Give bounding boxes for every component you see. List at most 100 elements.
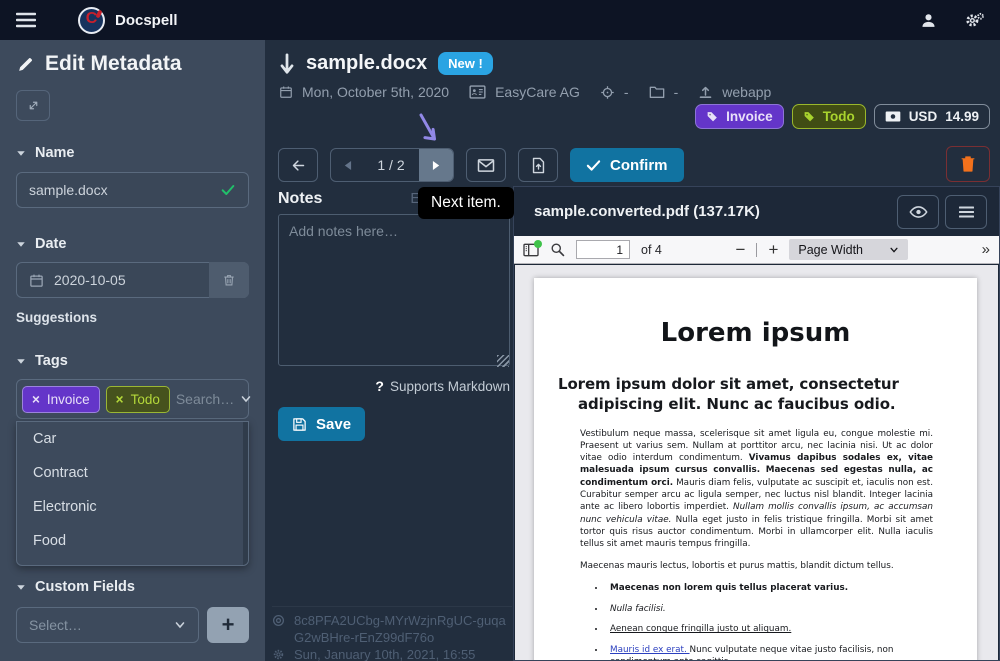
attachment-menu-button[interactable]: [945, 195, 987, 229]
doc-bullet-item: Aenean congue fringilla justo ut aliquam…: [606, 623, 933, 635]
zoom-mode-select[interactable]: Page Width: [789, 239, 908, 260]
sidebar-title: Edit Metadata: [45, 52, 182, 76]
correspondent[interactable]: EasyCare AG: [495, 84, 580, 100]
mail-button[interactable]: [466, 148, 506, 182]
menu-icon[interactable]: [16, 12, 36, 28]
settings-cogs-icon[interactable]: [965, 12, 984, 29]
new-badge[interactable]: New !: [438, 52, 493, 75]
tag-icon: [803, 110, 816, 123]
tag-option-food[interactable]: Food: [17, 524, 248, 558]
section-date[interactable]: Date: [16, 236, 249, 252]
docspell-logo-icon: C: [78, 7, 105, 34]
doc-bullet-item: Maecenas non lorem quis tellus placerat …: [606, 582, 933, 594]
markdown-hint[interactable]: Supports Markdown: [390, 379, 510, 394]
clear-date-button[interactable]: [209, 262, 249, 298]
prev-item-button[interactable]: [331, 149, 363, 181]
page-count: of 4: [641, 243, 662, 257]
pdf-viewer-area[interactable]: Lorem ipsum Lorem ipsum dolor sit amet, …: [515, 265, 998, 660]
tag-badge-label: Invoice: [726, 109, 773, 124]
tag-chip-invoice[interactable]: ×Invoice: [22, 386, 100, 413]
gear-icon: [272, 647, 285, 661]
item-meta-block: 8c8PFA2UCbg-MYrWzjnRgUC-guqaG2wBHre-rEnZ…: [272, 606, 512, 661]
save-button[interactable]: Save: [278, 407, 365, 441]
toolbar-more-button[interactable]: »: [982, 241, 990, 258]
add-file-button[interactable]: [518, 148, 558, 182]
pencil-icon: [16, 55, 35, 74]
caret-down-icon: [16, 149, 26, 158]
notification-dot: [534, 240, 542, 248]
chevron-down-icon: [889, 245, 899, 255]
target-icon: [272, 613, 285, 646]
preview-eye-button[interactable]: [897, 195, 939, 229]
tag-option-car[interactable]: Car: [17, 422, 248, 456]
amount-badge[interactable]: USD 14.99: [874, 104, 990, 129]
zoom-out-button[interactable]: −: [736, 241, 746, 258]
check-icon: [220, 182, 236, 198]
doc-text-run: Maecenas non lorem quis tellus placerat …: [610, 583, 848, 593]
notes-textarea[interactable]: [278, 214, 510, 366]
doc-text-run: Aenean congue fringilla justo ut aliquam…: [610, 624, 791, 634]
remove-tag-icon[interactable]: ×: [116, 392, 124, 407]
folder-value: -: [674, 84, 679, 100]
item-detail-main: sample.docx New ! Mon, October 5th, 2020…: [265, 40, 1000, 661]
attachment-panel: sample.converted.pdf (137.17K) of 4 − +: [513, 186, 1000, 661]
top-navbar: C Docspell: [0, 0, 1000, 40]
add-custom-field-button[interactable]: +: [207, 607, 249, 643]
date-input[interactable]: 2020-10-05: [16, 262, 249, 298]
remove-tag-icon[interactable]: ×: [32, 392, 40, 407]
mouse-cursor-arrow: [417, 112, 443, 148]
tag-option-electronic[interactable]: Electronic: [17, 490, 248, 524]
check-icon: [586, 159, 601, 172]
section-custom-fields[interactable]: Custom Fields: [16, 579, 249, 595]
suggestions-label: Suggestions: [16, 310, 249, 325]
caret-down-icon: [16, 240, 26, 249]
textarea-resize-handle[interactable]: [497, 355, 509, 367]
tag-badge-label: Todo: [823, 109, 855, 124]
tag-option-invoice[interactable]: Invoice: [17, 558, 248, 566]
tag-badge-invoice[interactable]: Invoice: [695, 104, 784, 129]
search-icon[interactable]: [550, 242, 565, 257]
section-name[interactable]: Name: [16, 145, 249, 161]
tag-badge-todo[interactable]: Todo: [792, 104, 866, 129]
address-card-icon: [469, 85, 486, 99]
app-title: Docspell: [115, 12, 178, 29]
question-icon: ?: [375, 378, 384, 394]
dropdown-scrollbar[interactable]: [243, 422, 248, 565]
delete-item-button[interactable]: [946, 146, 990, 182]
source: webapp: [722, 84, 771, 100]
sidebar-toggle-icon[interactable]: [523, 243, 539, 257]
doc-paragraph-1: Vestibulum neque massa, scelerisque sit …: [580, 428, 933, 551]
tag-chip-label: Todo: [131, 392, 160, 407]
attachment-filename: sample.converted.pdf (137.17K): [534, 203, 760, 220]
back-button[interactable]: [278, 148, 318, 182]
caret-down-icon: [16, 357, 26, 366]
tags-search-placeholder: Search…: [176, 391, 234, 407]
next-item-tooltip: Next item.: [418, 187, 514, 219]
calendar-icon: [29, 273, 44, 288]
tag-option-contract[interactable]: Contract: [17, 456, 248, 490]
chevron-down-icon[interactable]: [240, 393, 252, 405]
pdfjs-toolbar: of 4 − + Page Width »: [514, 236, 999, 264]
doc-text-run: Nulla facilisi.: [610, 604, 666, 614]
doc-text-run[interactable]: Mauris id ex erat.: [610, 645, 690, 655]
item-position: 1 / 2: [363, 149, 419, 181]
user-icon[interactable]: [920, 12, 937, 29]
confirm-button[interactable]: Confirm: [570, 148, 684, 182]
caret-down-icon: [16, 583, 26, 592]
tag-chip-todo[interactable]: × Todo: [106, 386, 170, 413]
doc-bullet-list: Maecenas non lorem quis tellus placerat …: [606, 582, 933, 660]
zoom-in-button[interactable]: +: [768, 241, 778, 258]
next-item-button[interactable]: [419, 149, 453, 181]
app-brand[interactable]: C Docspell: [78, 7, 178, 34]
doc-bullet-item: Nulla facilisi.: [606, 603, 933, 615]
section-tags[interactable]: Tags: [16, 353, 249, 369]
name-input[interactable]: sample.docx: [16, 172, 249, 208]
pdf-page: Lorem ipsum Lorem ipsum dolor sit amet, …: [534, 278, 977, 660]
folder-icon: [649, 85, 665, 99]
item-toolbar: 1 / 2 Confirm: [278, 148, 684, 182]
tags-multiselect[interactable]: ×Invoice×Todo Search…: [16, 379, 249, 419]
custom-field-select[interactable]: Select…: [16, 607, 199, 643]
item-title: sample.docx: [306, 52, 427, 75]
expand-sidebar-button[interactable]: [16, 90, 50, 121]
page-number-input[interactable]: [576, 240, 630, 259]
